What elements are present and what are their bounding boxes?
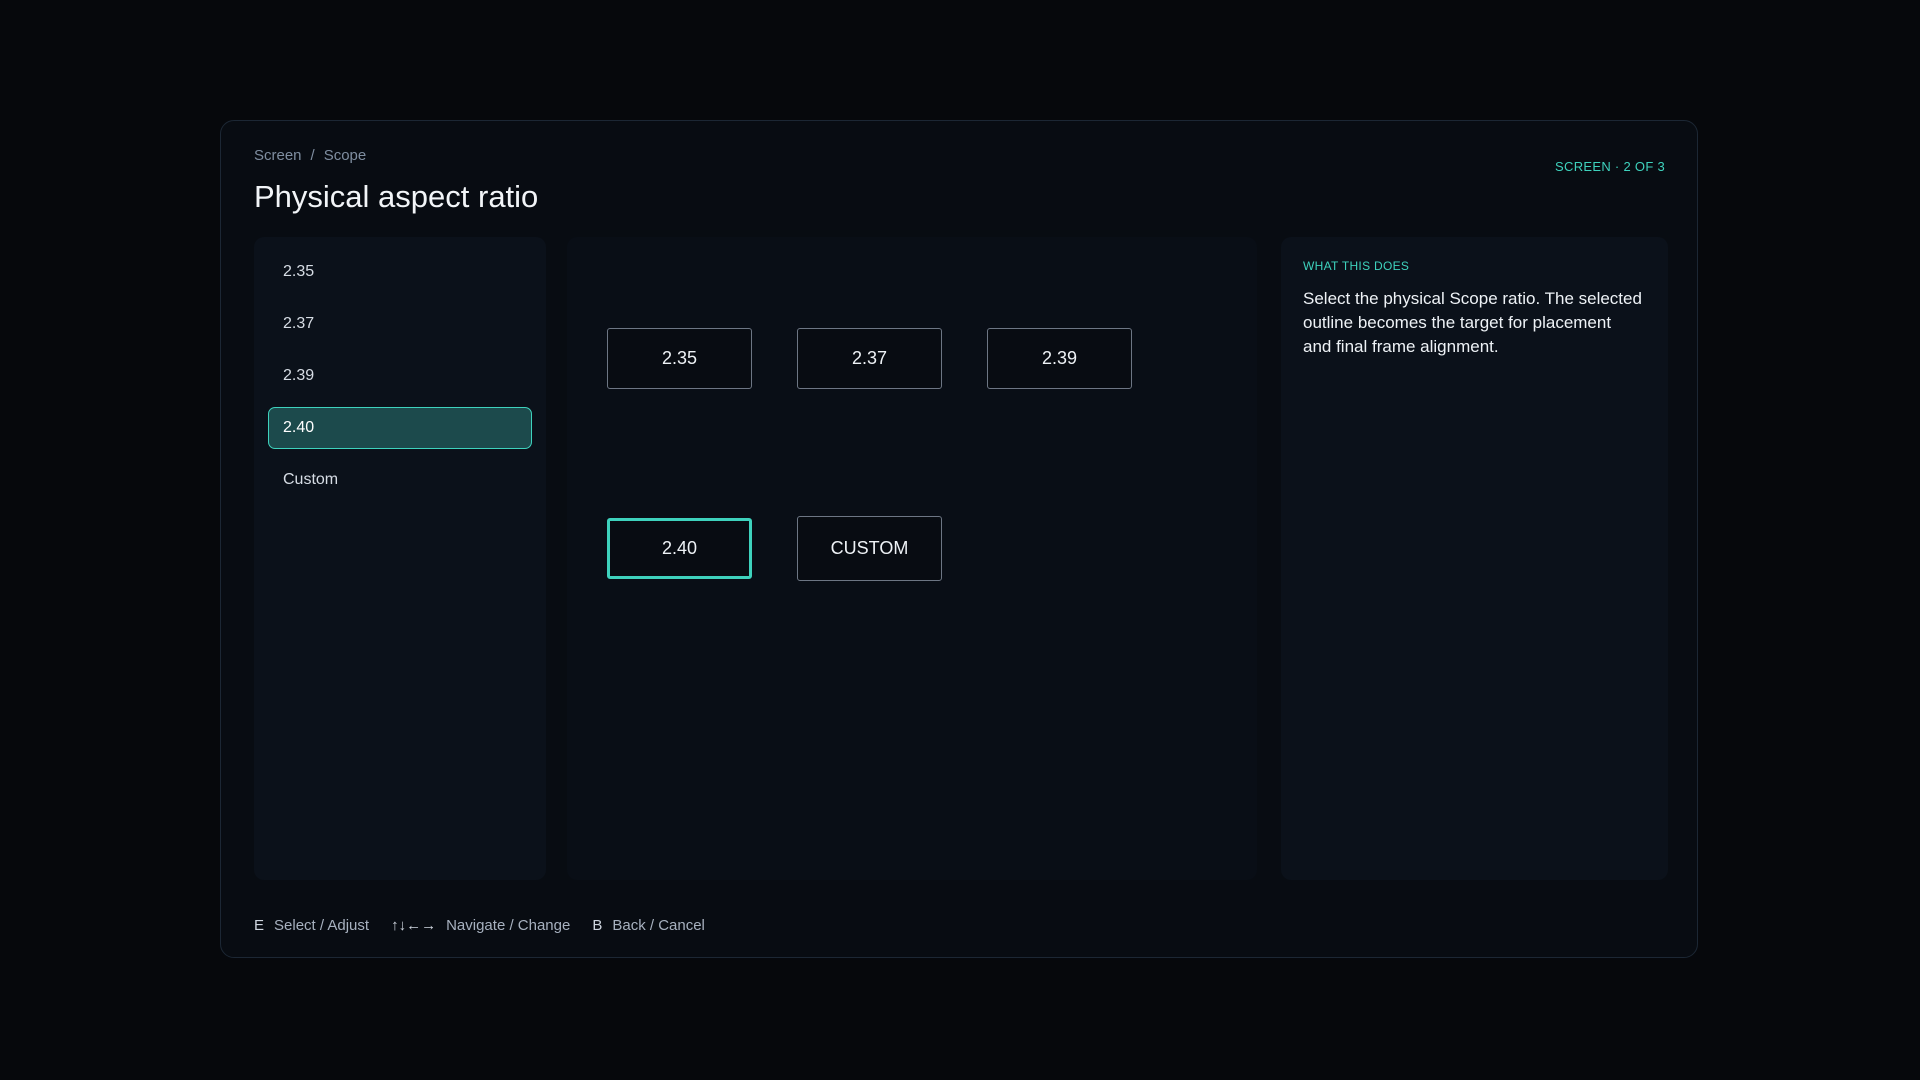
hint-navigate-label: Navigate / Change xyxy=(446,917,571,934)
ratio-button-2-37[interactable]: 2.37 xyxy=(797,328,942,389)
breadcrumb-item-screen[interactable]: Screen xyxy=(254,147,302,164)
hint-select: E Select / Adjust xyxy=(254,917,369,934)
key-e: E xyxy=(254,917,265,934)
arrow-keys-icon: ↑↓←→ xyxy=(391,917,437,934)
breadcrumb-item-scope[interactable]: Scope xyxy=(324,147,367,164)
hint-select-label: Select / Adjust xyxy=(274,917,370,934)
list-item-2-39[interactable]: 2.39 xyxy=(268,355,532,397)
list-item-2-37[interactable]: 2.37 xyxy=(268,303,532,345)
key-b: B xyxy=(592,917,603,934)
breadcrumb-separator: / xyxy=(310,147,315,164)
info-panel: WHAT THIS DOES Select the physical Scope… xyxy=(1281,237,1668,880)
options-list: 2.35 2.37 2.39 2.40 Custom xyxy=(254,237,546,880)
list-item-2-40[interactable]: 2.40 xyxy=(268,407,532,449)
list-item-custom[interactable]: Custom xyxy=(268,459,532,501)
info-body: Select the physical Scope ratio. The sel… xyxy=(1303,289,1642,356)
ratio-button-2-35[interactable]: 2.35 xyxy=(607,328,752,389)
list-item-2-35[interactable]: 2.35 xyxy=(268,251,532,293)
page-title: Physical aspect ratio xyxy=(254,179,539,214)
ratio-button-2-40[interactable]: 2.40 xyxy=(607,518,752,579)
breadcrumb: Screen / Scope xyxy=(254,147,366,164)
ratio-grid: 2.35 2.37 2.39 2.40 CUSTOM xyxy=(567,237,1257,880)
ratio-button-2-39[interactable]: 2.39 xyxy=(987,328,1132,389)
info-heading: WHAT THIS DOES xyxy=(1303,259,1410,273)
hint-back: B Back / Cancel xyxy=(592,917,705,934)
controls-hint-bar: E Select / Adjust ↑↓←→ Navigate / Change… xyxy=(254,917,705,934)
hint-navigate: ↑↓←→ Navigate / Change xyxy=(391,917,570,934)
ratio-button-custom[interactable]: CUSTOM xyxy=(797,516,942,581)
settings-window: Screen / Scope Physical aspect ratio SCR… xyxy=(220,120,1698,958)
screen-counter: SCREEN · 2 OF 3 xyxy=(1555,159,1665,174)
hint-back-label: Back / Cancel xyxy=(612,917,705,934)
